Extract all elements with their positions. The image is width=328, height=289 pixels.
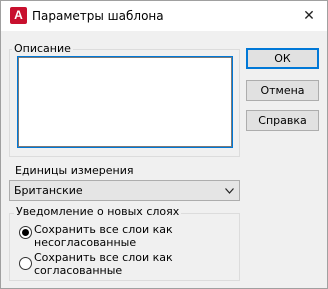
radio-keep-unreconciled[interactable] xyxy=(19,226,32,239)
radio-keep-unreconciled-label[interactable]: Сохранить все слои как несогласованные xyxy=(34,223,173,249)
chevron-down-icon xyxy=(225,188,234,194)
description-label: Описание xyxy=(12,42,73,55)
title-bar[interactable]: A Параметры шаблона ✕ xyxy=(1,1,327,31)
template-options-dialog: A Параметры шаблона ✕ Описание ОК Отмена… xyxy=(0,0,328,289)
autocad-app-icon: A xyxy=(10,7,27,24)
description-textarea[interactable] xyxy=(17,56,233,148)
radio-label-line: несогласованные xyxy=(34,236,137,249)
dialog-title: Параметры шаблона xyxy=(32,9,164,23)
radio-keep-reconciled-label[interactable]: Сохранить все слои как согласованные xyxy=(34,251,173,277)
radio-label-line: согласованные xyxy=(34,264,123,277)
units-label: Единицы измерения xyxy=(15,164,134,177)
units-selected-value: Британские xyxy=(14,184,83,197)
radio-label-line: Сохранить все слои как xyxy=(34,251,173,264)
help-button[interactable]: Справка xyxy=(246,110,319,131)
radio-keep-reconciled[interactable] xyxy=(19,257,32,270)
layer-notification-label: Уведомление о новых слоях xyxy=(14,205,182,218)
radio-label-line: Сохранить все слои как xyxy=(34,223,173,236)
ok-button[interactable]: ОК xyxy=(246,48,319,69)
units-select[interactable]: Британские xyxy=(9,180,240,201)
cancel-button[interactable]: Отмена xyxy=(246,80,319,101)
close-icon[interactable]: ✕ xyxy=(301,8,317,24)
